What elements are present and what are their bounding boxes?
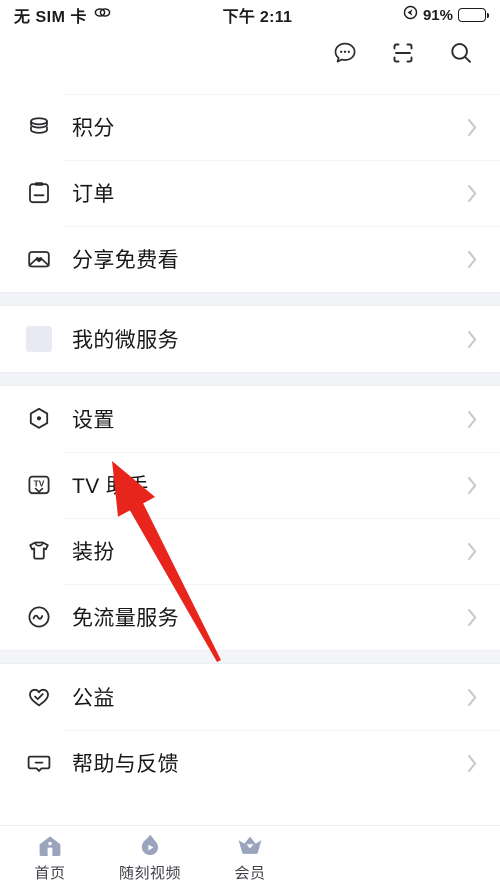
chevron-right-icon — [467, 330, 478, 349]
section-divider — [0, 372, 500, 386]
chevron-right-icon — [467, 608, 478, 627]
chevron-right-icon — [467, 476, 478, 495]
list-item-help-feedback[interactable]: 帮助与反馈 — [0, 730, 500, 796]
chevron-right-icon — [467, 542, 478, 561]
search-icon[interactable] — [446, 38, 476, 68]
message-icon[interactable] — [330, 38, 360, 68]
clipboard-icon — [24, 178, 54, 208]
mobile-screen: 无 SIM 卡 下午 2:11 91% 积分 订单 分享免费看 我的微服务 设置… — [0, 0, 500, 889]
battery-percent-label: 91% — [422, 6, 453, 24]
chevron-right-icon — [467, 184, 478, 203]
list-section-tools: 设置 TV TV 助手 装扮 免流量服务 — [0, 386, 500, 650]
list-item-share-free[interactable]: 分享免费看 — [0, 226, 500, 292]
list-item-tv-assistant[interactable]: TV TV 助手 — [0, 452, 500, 518]
list-item-label: 订单 — [72, 183, 115, 206]
list-item-label: 积分 — [72, 117, 115, 140]
section-divider — [0, 650, 500, 664]
list-item-label: 公益 — [72, 687, 115, 710]
heart-check-icon — [24, 682, 54, 712]
scan-icon[interactable] — [388, 38, 418, 68]
status-bar-right: 91% — [403, 5, 490, 25]
list-item-points[interactable]: 积分 — [0, 94, 500, 160]
settings-hex-icon — [24, 404, 54, 434]
top-action-bar — [0, 30, 500, 76]
list-item-label: 装扮 — [72, 541, 115, 564]
svg-text:TV: TV — [34, 478, 45, 488]
list-item-free-data[interactable]: 免流量服务 — [0, 584, 500, 650]
clock-label: 下午 2:11 — [222, 9, 293, 26]
coins-icon — [24, 112, 54, 142]
tab-member[interactable]: 会员 — [200, 826, 300, 889]
battery-icon — [458, 8, 490, 22]
list-item-clipped[interactable] — [0, 76, 500, 94]
status-bar: 无 SIM 卡 下午 2:11 91% — [0, 0, 500, 30]
list-item-label: 帮助与反馈 — [72, 753, 179, 776]
chevron-right-icon — [467, 410, 478, 429]
settings-list[interactable]: 积分 订单 分享免费看 我的微服务 设置 TV TV 助手 装扮 免流量服务 公… — [0, 76, 500, 825]
section-divider — [0, 292, 500, 306]
chevron-right-icon — [467, 754, 478, 773]
status-bar-center: 下午 2:11 — [112, 3, 403, 27]
tab-label: 会员 — [234, 864, 266, 882]
carrier-label: 无 SIM 卡 — [14, 9, 87, 26]
list-item-orders[interactable]: 订单 — [0, 160, 500, 226]
list-item-my-micro-service[interactable]: 我的微服务 — [0, 306, 500, 372]
chat-minus-icon — [24, 748, 54, 778]
home-icon — [37, 833, 63, 859]
crown-icon — [236, 833, 264, 859]
wave-circle-icon — [24, 602, 54, 632]
tab-video[interactable]: 随刻视频 — [100, 826, 200, 889]
link-icon — [94, 6, 112, 24]
chevron-right-icon — [467, 250, 478, 269]
flame-play-icon — [138, 833, 162, 859]
bottom-tab-bar: 首页 随刻视频 会员 — [0, 825, 500, 889]
tab-home[interactable]: 首页 — [0, 826, 100, 889]
tv-icon: TV — [24, 470, 54, 500]
list-item-label: 设置 — [72, 409, 115, 432]
envelope-heart-icon — [24, 244, 54, 274]
chevron-right-icon — [467, 688, 478, 707]
list-item-label: 免流量服务 — [72, 607, 179, 630]
chevron-right-icon — [467, 118, 478, 137]
list-section-micro-service: 我的微服务 — [0, 306, 500, 372]
tab-label: 随刻视频 — [118, 864, 181, 882]
list-item-label: 我的微服务 — [72, 329, 179, 352]
list-item-settings[interactable]: 设置 — [0, 386, 500, 452]
image-placeholder-icon — [24, 324, 54, 354]
tab-label: 首页 — [34, 864, 66, 882]
list-item-label: TV 助手 — [72, 475, 149, 498]
list-item-label: 分享免费看 — [72, 249, 179, 272]
status-bar-left: 无 SIM 卡 — [14, 3, 112, 27]
list-item-charity[interactable]: 公益 — [0, 664, 500, 730]
list-section-support: 公益 帮助与反馈 — [0, 664, 500, 796]
list-item-dressup[interactable]: 装扮 — [0, 518, 500, 584]
list-section-account: 积分 订单 分享免费看 — [0, 76, 500, 292]
tshirt-icon — [24, 536, 54, 566]
location-arrow-icon — [403, 5, 418, 25]
